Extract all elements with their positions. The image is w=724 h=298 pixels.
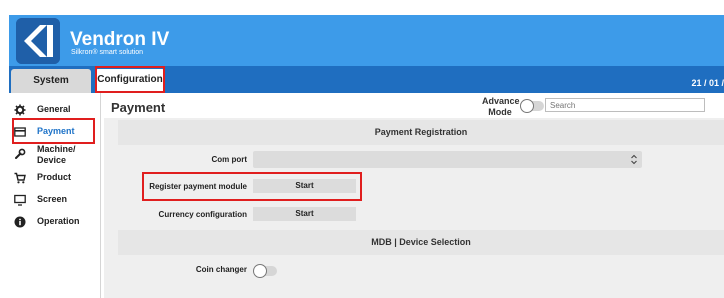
sidebar-item-operation[interactable]: Operation <box>14 214 96 230</box>
advance-mode-label: Advance Mode <box>482 96 520 117</box>
wrench-icon <box>14 148 26 160</box>
section-payment-registration: Payment Registration <box>118 120 724 145</box>
sidebar-item-product[interactable]: Product <box>14 170 96 186</box>
search-input[interactable] <box>545 98 705 112</box>
coin-changer-label: Coin changer <box>195 265 247 274</box>
gear-icon <box>14 104 26 116</box>
date-display: 21 / 01 / <box>691 78 724 88</box>
section-title: Payment Registration <box>374 127 468 137</box>
highlight-box-payment <box>12 118 95 144</box>
sidebar-item-general[interactable]: General <box>14 102 96 118</box>
sidebar-item-label: Operation <box>37 216 80 226</box>
section-title: MDB | Device Selection <box>371 237 471 247</box>
com-port-select[interactable] <box>253 151 642 168</box>
cart-icon <box>14 172 26 184</box>
section-mdb-device-selection: MDB | Device Selection <box>118 230 724 255</box>
sidebar-item-label: Machine/ Device <box>37 144 76 165</box>
sidebar-item-label: Product <box>37 172 72 182</box>
sidebar-item-screen[interactable]: Screen <box>14 192 96 208</box>
tab-system[interactable]: System <box>11 69 91 93</box>
currency-configuration-label: Currency configuration <box>158 210 247 219</box>
highlight-box-register-payment <box>142 172 362 201</box>
app-name: Vendron IV <box>70 29 170 50</box>
sidebar-item-label: Screen <box>37 194 68 204</box>
sidebar-item-machine-device[interactable]: Machine/ Device <box>14 144 96 166</box>
com-port-label: Com port <box>211 155 247 164</box>
highlight-box-configuration <box>95 66 165 93</box>
currency-configuration-start-button[interactable]: Start <box>253 207 356 221</box>
monitor-icon <box>14 194 26 206</box>
sidebar-item-label: General <box>37 104 71 114</box>
vendron-logo-icon <box>16 18 60 64</box>
coin-changer-toggle-knob[interactable] <box>253 264 267 278</box>
info-icon <box>14 216 26 228</box>
advance-mode-toggle-knob[interactable] <box>520 99 534 113</box>
app-subtitle: Silkron® smart solution <box>71 49 144 56</box>
page-title: Payment <box>111 100 166 115</box>
chevron-updown-icon <box>628 151 640 168</box>
